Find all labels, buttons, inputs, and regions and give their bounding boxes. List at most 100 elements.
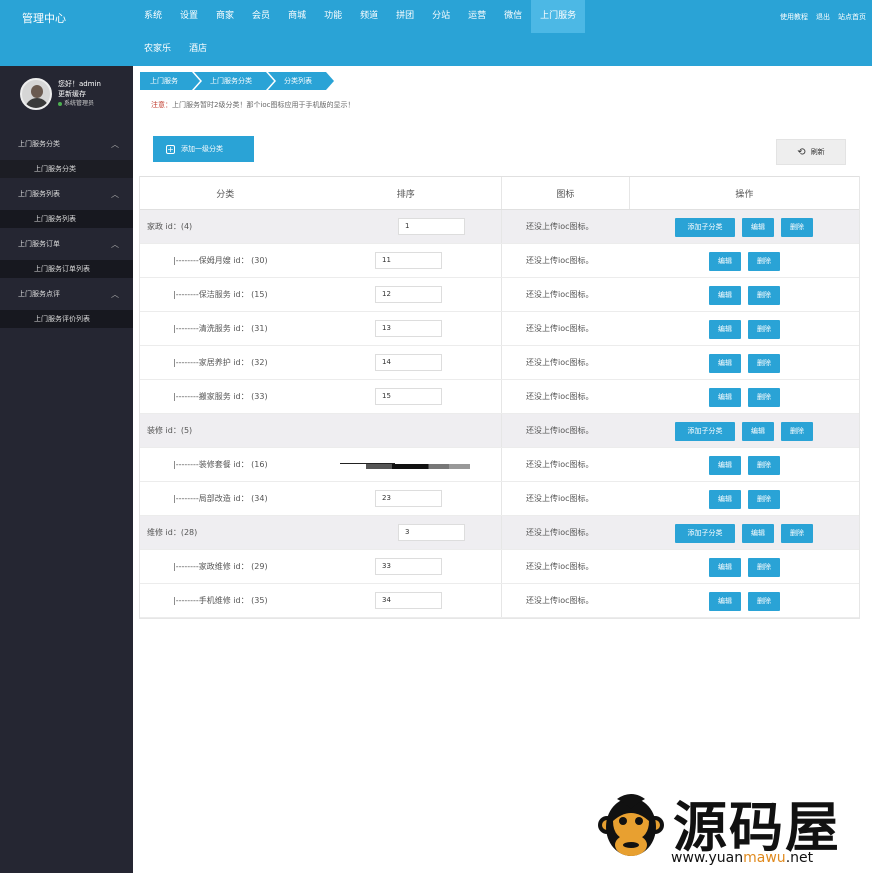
main-nav: 系统 设置 商家 会员 商城 功能 频道 拼团 分站 运营 微信 上门服务 农家乐 酒店 — [135, 0, 655, 66]
add-child-button[interactable]: 添加子分类 — [675, 422, 735, 441]
sort-input[interactable]: 13 — [375, 320, 442, 337]
row-actions: 编辑 删除 — [709, 558, 780, 577]
notice-text: 上门服务暂时2级分类！那个ioc图标应用于手机版的显示！ — [172, 101, 355, 109]
sort-input[interactable]: 23 — [375, 490, 442, 507]
table-row: |--------家政维修 id： (29) 33 还没上传ioc图标。 编辑 删除 — [140, 550, 859, 584]
delete-button[interactable]: 删除 — [748, 320, 780, 339]
category-table: 分类 排序 图标 操作 家政 id：(4) 1 还没上传ioc图标。 添加子分类 编辑删… — [139, 176, 860, 619]
breadcrumb-item[interactable]: 分类列表 — [268, 72, 334, 90]
edit-button[interactable]: 编辑 — [742, 422, 774, 441]
nav-item[interactable]: 设置 — [171, 0, 207, 33]
redacted-sort — [340, 463, 470, 469]
nav-item[interactable]: 系统 — [135, 0, 171, 33]
sidebar-group-head[interactable]: 上门服务订单 ︿ — [0, 228, 133, 260]
nav-item[interactable]: 拼团 — [387, 0, 423, 33]
category-name: |--------家居养护 id： (32) — [173, 358, 268, 367]
delete-button[interactable]: 删除 — [748, 490, 780, 509]
nav-item[interactable]: 会员 — [243, 0, 279, 33]
nav-item[interactable]: 商城 — [279, 0, 315, 33]
edit-button[interactable]: 编辑 — [709, 558, 741, 577]
icon-status: 还没上传ioc图标。 — [526, 324, 594, 333]
edit-button[interactable]: 编辑 — [742, 524, 774, 543]
add-child-button[interactable]: 添加子分类 — [675, 524, 735, 543]
category-name: |--------装修套餐 id： (16) — [173, 460, 268, 469]
sort-input[interactable]: 11 — [375, 252, 442, 269]
nav-item[interactable]: 频道 — [351, 0, 387, 33]
delete-button[interactable]: 删除 — [748, 558, 780, 577]
sidebar-group-head[interactable]: 上门服务列表 ︿ — [0, 178, 133, 210]
top-link[interactable]: 站点首页 — [838, 12, 866, 22]
sort-input[interactable]: 14 — [375, 354, 442, 371]
row-actions: 编辑 删除 — [709, 354, 780, 373]
delete-button[interactable]: 删除 — [748, 456, 780, 475]
nav-item[interactable]: 运营 — [459, 0, 495, 33]
delete-button[interactable]: 删除 — [781, 524, 813, 543]
main-nav-row-1: 系统 设置 商家 会员 商城 功能 频道 拼团 分站 运营 微信 上门服务 — [135, 0, 655, 33]
sort-input[interactable]: 33 — [375, 558, 442, 575]
row-actions: 编辑 删除 — [709, 490, 780, 509]
edit-button[interactable]: 编辑 — [709, 456, 741, 475]
icon-status: 还没上传ioc图标。 — [526, 392, 594, 401]
edit-button[interactable]: 编辑 — [709, 252, 741, 271]
icon-status: 还没上传ioc图标。 — [526, 358, 594, 367]
edit-button[interactable]: 编辑 — [742, 218, 774, 237]
edit-button[interactable]: 编辑 — [709, 286, 741, 305]
category-name: |--------保姆月嫂 id： (30) — [173, 256, 268, 265]
breadcrumb-item[interactable]: 上门服务 — [140, 72, 200, 90]
add-child-button[interactable]: 添加子分类 — [675, 218, 735, 237]
sort-input[interactable]: 15 — [375, 388, 442, 405]
top-link[interactable]: 退出 — [816, 12, 830, 22]
nav-item[interactable]: 农家乐 — [135, 33, 180, 66]
user-panel: 您好！admin 更新缓存 系统管理员 — [0, 66, 133, 128]
sidebar-group-head[interactable]: 上门服务分类 ︿ — [0, 128, 133, 160]
col-header-category: 分类 — [216, 189, 235, 200]
table-row: |--------清洗服务 id： (31) 13 还没上传ioc图标。 编辑 删除 — [140, 312, 859, 346]
nav-item[interactable]: 商家 — [207, 0, 243, 33]
chevron-up-icon: ︿ — [111, 189, 119, 199]
sort-input[interactable]: 3 — [398, 524, 465, 541]
main-nav-row-2: 农家乐 酒店 — [135, 33, 655, 66]
breadcrumb-item[interactable]: 上门服务分类 — [194, 72, 274, 90]
sidebar-item[interactable]: 上门服务分类 — [0, 160, 133, 178]
icon-status: 还没上传ioc图标。 — [526, 426, 594, 435]
nav-item[interactable]: 分站 — [423, 0, 459, 33]
sidebar: 您好！admin 更新缓存 系统管理员 上门服务分类 ︿ 上门服务分类 上门服务列表 ︿… — [0, 66, 133, 873]
edit-button[interactable]: 编辑 — [709, 490, 741, 509]
notice: 注意：上门服务暂时2级分类！那个ioc图标应用于手机版的显示！ — [151, 100, 355, 110]
sidebar-item[interactable]: 上门服务列表 — [0, 210, 133, 228]
sort-input[interactable]: 1 — [398, 218, 465, 235]
edit-button[interactable]: 编辑 — [709, 592, 741, 611]
sidebar-group-label: 上门服务列表 — [18, 190, 60, 198]
column-divider — [501, 550, 502, 583]
refresh-button[interactable]: ⟲ 刷新 — [776, 139, 846, 165]
nav-item[interactable]: 微信 — [495, 0, 531, 33]
nav-item[interactable]: 上门服务 — [531, 0, 586, 33]
edit-button[interactable]: 编辑 — [709, 388, 741, 407]
nav-item[interactable]: 功能 — [315, 0, 351, 33]
sort-input[interactable]: 34 — [375, 592, 442, 609]
delete-button[interactable]: 删除 — [748, 252, 780, 271]
nav-item[interactable]: 酒店 — [180, 33, 216, 66]
row-actions: 编辑 删除 — [709, 286, 780, 305]
delete-button[interactable]: 删除 — [748, 592, 780, 611]
col-header-actions: 操作 — [628, 177, 859, 209]
table-row: |--------保姆月嫂 id： (30) 11 还没上传ioc图标。 编辑 删除 — [140, 244, 859, 278]
sidebar-item[interactable]: 上门服务订单列表 — [0, 260, 133, 278]
sidebar-group-label: 上门服务分类 — [18, 140, 60, 148]
top-link[interactable]: 使用教程 — [780, 12, 808, 22]
category-name: |--------保洁服务 id： (15) — [173, 290, 268, 299]
chevron-up-icon: ︿ — [111, 139, 119, 149]
delete-button[interactable]: 删除 — [781, 218, 813, 237]
delete-button[interactable]: 删除 — [748, 388, 780, 407]
edit-button[interactable]: 编辑 — [709, 354, 741, 373]
edit-button[interactable]: 编辑 — [709, 320, 741, 339]
sidebar-item[interactable]: 上门服务评价列表 — [0, 310, 133, 328]
sort-input[interactable]: 12 — [375, 286, 442, 303]
add-top-category-button[interactable]: + 添加一级分类 — [153, 136, 254, 162]
category-name: |--------局部改造 id： (34) — [173, 494, 268, 503]
sidebar-group-head[interactable]: 上门服务点评 ︿ — [0, 278, 133, 310]
delete-button[interactable]: 删除 — [781, 422, 813, 441]
delete-button[interactable]: 删除 — [748, 286, 780, 305]
delete-button[interactable]: 删除 — [748, 354, 780, 373]
update-cache-link[interactable]: 更新缓存 — [58, 89, 101, 99]
